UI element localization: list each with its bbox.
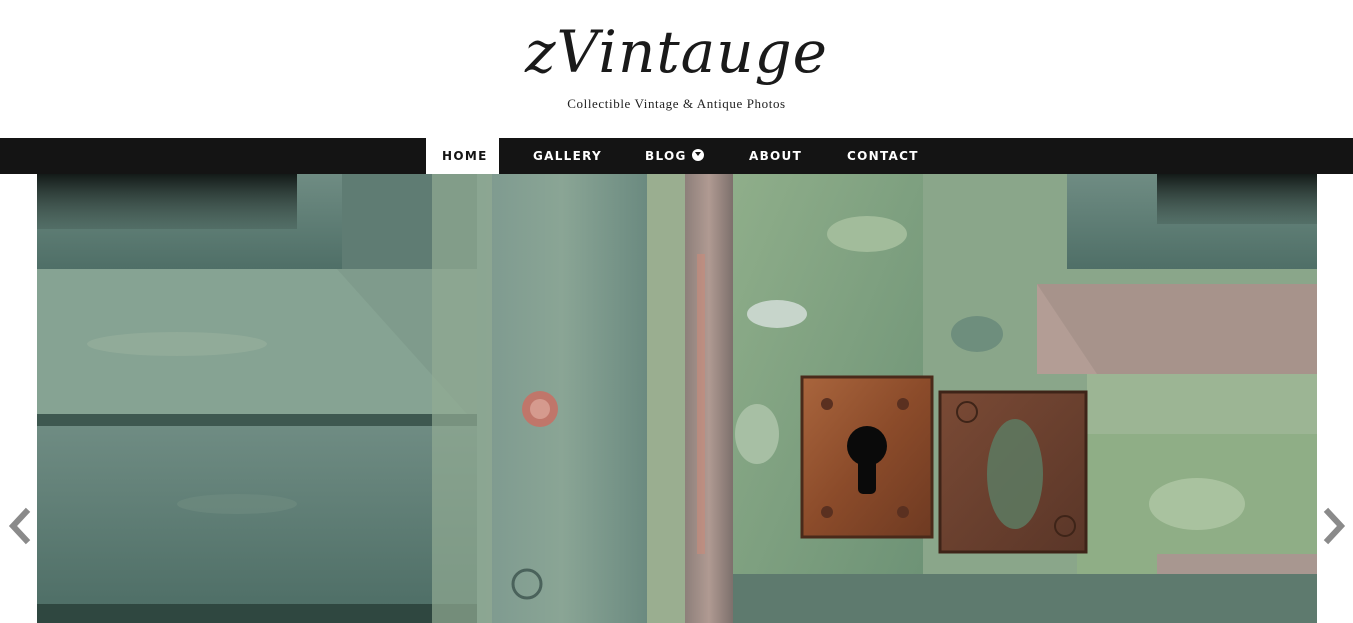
- site-tagline: Collectible Vintage & Antique Photos: [567, 96, 786, 111]
- chevron-down-icon[interactable]: [692, 149, 704, 161]
- chevron-left-icon[interactable]: [6, 506, 34, 546]
- nav-item-contact[interactable]: CONTACT: [847, 138, 919, 174]
- nav-item-about[interactable]: ABOUT: [749, 138, 802, 174]
- chevron-right-icon[interactable]: [1320, 506, 1348, 546]
- site-logo[interactable]: zVintauge: [0, 14, 1353, 90]
- nav-item-blog[interactable]: BLOG: [645, 138, 687, 174]
- nav-item-gallery[interactable]: GALLERY: [533, 138, 602, 174]
- main-navigation: HOME GALLERY BLOG ABOUT CONTACT: [0, 138, 1353, 174]
- nav-item-home[interactable]: HOME: [426, 138, 499, 174]
- slide-image: [37, 174, 1317, 623]
- site-header: zVintauge Collectible Vintage & Antique …: [0, 0, 1353, 138]
- hero-slider: [37, 174, 1317, 623]
